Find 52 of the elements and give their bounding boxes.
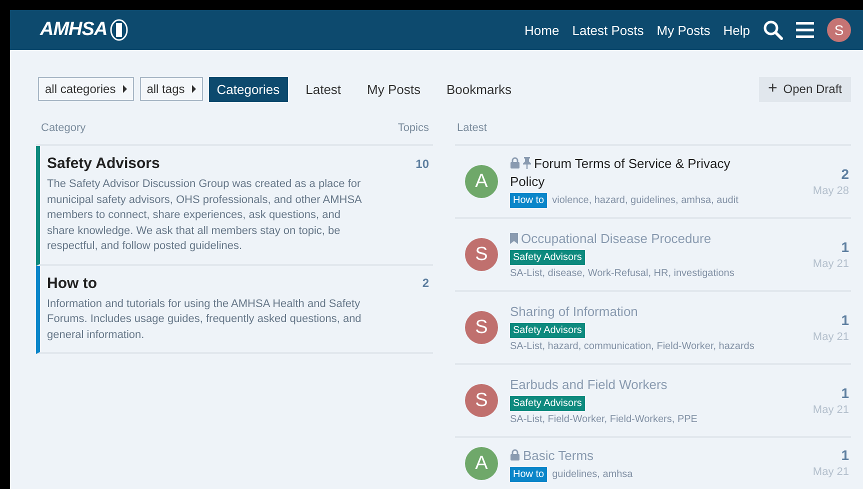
category-row[interactable]: How to 2 Information and tutorials for using the AMHSA Health and Safety Forums. Includes usage guides, frequently asked questions, and general information.: [36, 266, 433, 354]
topic-title[interactable]: Earbuds and Field Workers: [510, 376, 745, 394]
user-avatar[interactable]: S: [827, 18, 851, 42]
category-badge[interactable]: Safety Advisors: [510, 250, 585, 265]
user-avatar[interactable]: S: [465, 384, 498, 417]
topic-tags[interactable]: SA-List, disease, Work-Refusal, HR, investigations: [510, 268, 734, 279]
reply-count: 1: [841, 312, 849, 328]
menu-icon[interactable]: [796, 21, 814, 39]
topic-tags[interactable]: violence, hazard, guidelines, amhsa, audit: [552, 195, 738, 206]
user-avatar[interactable]: A: [465, 165, 498, 198]
topic-title[interactable]: Occupational Disease Procedure: [510, 230, 745, 248]
user-avatar[interactable]: S: [465, 311, 498, 344]
reply-count: 2: [841, 166, 849, 182]
column-header: Latest: [457, 122, 487, 134]
nav-link[interactable]: Help: [723, 22, 750, 38]
topic-tags[interactable]: SA-List, Field-Worker, Field-Workers, PPE: [510, 414, 698, 425]
nav-tab[interactable]: My Posts: [359, 76, 429, 102]
category-badge[interactable]: How to: [510, 467, 548, 482]
category-badge[interactable]: Safety Advisors: [510, 396, 585, 411]
filter-dropdown[interactable]: all tags: [140, 77, 203, 101]
category-description: The Safety Advisor Discussion Group was created as a place for municipal safety advisors, OHS professionals, and other AMHSA members to connect, share experiences, ask questions, and share knowledge. We ask that all members stay on topic, be respectful, and follow posted guidelines.: [47, 177, 363, 254]
category-name[interactable]: Safety Advisors: [47, 155, 160, 172]
topic-title[interactable]: Basic Terms: [510, 447, 745, 465]
topic-tags[interactable]: guidelines, amhsa: [552, 469, 633, 480]
nav-link[interactable]: Home: [524, 22, 560, 38]
caret-icon: [122, 85, 127, 93]
topic-title[interactable]: Sharing of Information: [510, 303, 745, 321]
nav-tab[interactable]: Categories: [208, 76, 288, 102]
reply-count: 1: [841, 385, 849, 401]
category-row[interactable]: [36, 146, 433, 266]
topic-count: 10: [416, 156, 429, 170]
column-header: Category: [41, 122, 86, 134]
open-draft-button[interactable]: + Open Draft: [758, 76, 851, 102]
nav-tab[interactable]: Latest: [298, 76, 350, 102]
topic-tags[interactable]: SA-List, hazard, communication, Field-Worker, hazards: [510, 341, 754, 352]
topic-count: 2: [422, 276, 429, 290]
logo-text[interactable]: AMHSA: [40, 19, 108, 41]
category-name[interactable]: How to: [47, 274, 97, 292]
category-description: Information and tutorials for using the AMHSA Health and Safety Forums. Includes usage guides, frequently asked questions, and general information.: [47, 296, 362, 342]
reply-count: 1: [841, 239, 849, 255]
nav-tab[interactable]: Bookmarks: [438, 76, 520, 102]
topic-title[interactable]: Forum Terms of Service & Privacy Policy: [510, 155, 745, 191]
user-avatar[interactable]: S: [465, 238, 498, 271]
nav-link[interactable]: Latest Posts: [572, 22, 644, 38]
search-icon[interactable]: [763, 20, 783, 40]
category-badge[interactable]: How to: [510, 193, 548, 208]
category-badge[interactable]: Safety Advisors: [510, 323, 585, 338]
caret-icon: [192, 85, 196, 93]
reply-count: 1: [841, 447, 849, 463]
filter-dropdown[interactable]: all categories: [38, 77, 134, 101]
nav-link[interactable]: My Posts: [656, 22, 710, 38]
column-header: Topics: [398, 122, 429, 134]
